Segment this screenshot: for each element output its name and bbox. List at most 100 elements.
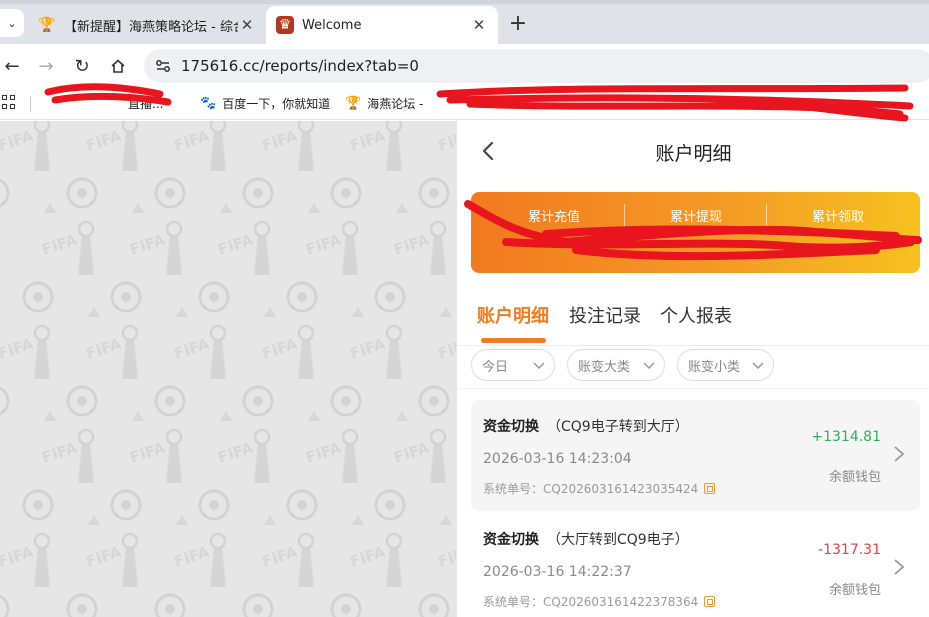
filter-value: 今日 bbox=[482, 359, 509, 375]
window-top-strip bbox=[0, 0, 929, 4]
filter-bar: 今日 账变大类 账变小类 bbox=[457, 346, 929, 388]
svg-text:FIFA: FIFA bbox=[216, 438, 256, 466]
tab-search-dropdown[interactable]: ⌄ bbox=[0, 9, 24, 37]
active-tab-indicator bbox=[481, 338, 546, 343]
bookmark-live[interactable]: 直播... bbox=[128, 95, 163, 112]
svg-text:FIFA: FIFA bbox=[0, 126, 36, 154]
baidu-paw-icon: 🐾 bbox=[200, 96, 217, 111]
tab-title: 【新提醒】海燕策略论坛 - 综合 bbox=[64, 19, 238, 35]
transaction-amount: +1314.81 bbox=[811, 429, 881, 445]
svg-text:FIFA: FIFA bbox=[128, 438, 168, 466]
summary-label: 累计领取 bbox=[811, 210, 864, 225]
svg-text:FIFA: FIFA bbox=[304, 438, 344, 466]
home-icon[interactable] bbox=[106, 54, 130, 78]
chevron-right-icon bbox=[894, 559, 905, 575]
tab-bet-records[interactable]: 投注记录 bbox=[569, 302, 641, 328]
forward-arrow-icon[interactable]: → bbox=[34, 54, 58, 78]
transaction-detail: （大厅转到CQ9电子） bbox=[547, 532, 689, 548]
bookmark-baidu[interactable]: 🐾 百度一下，你就知道 bbox=[200, 95, 330, 112]
browser-tab-welcome[interactable]: ♛ Welcome ✕ bbox=[266, 6, 498, 44]
chevron-down-icon bbox=[752, 362, 764, 370]
reload-icon[interactable]: ↻ bbox=[70, 54, 94, 78]
tab-account-details[interactable]: 账户明细 bbox=[477, 302, 549, 328]
apps-grid-icon[interactable] bbox=[2, 95, 16, 109]
svg-text:FIFA: FIFA bbox=[348, 334, 388, 362]
transaction-detail: （CQ9电子转到大厅） bbox=[547, 419, 689, 435]
svg-text:FIFA: FIFA bbox=[40, 438, 80, 466]
transaction-time: 2026-03-16 14:23:04 bbox=[483, 451, 632, 467]
copy-icon[interactable] bbox=[704, 483, 716, 494]
svg-text:FIFA: FIFA bbox=[392, 438, 432, 466]
bookmark-label: 海燕论坛 - bbox=[367, 97, 424, 111]
bookmark-haiyan[interactable]: 🏆 海燕论坛 - bbox=[345, 95, 423, 112]
order-value: CQ202603161423035424 bbox=[543, 481, 699, 496]
trophy-icon: 🏆 bbox=[38, 17, 56, 33]
app-header: 账户明细 bbox=[457, 121, 929, 181]
svg-text:FIFA: FIFA bbox=[172, 126, 212, 154]
svg-text:FIFA: FIFA bbox=[348, 126, 388, 154]
chevron-down-icon: ⌄ bbox=[7, 16, 17, 30]
site-settings-icon[interactable] bbox=[152, 55, 174, 77]
chevron-down-icon bbox=[643, 362, 655, 370]
background-pattern: FIFA FIFA FIFA FIFA FIFA FIFA FIFA FIFA FIFA FIFA… bbox=[0, 121, 456, 617]
trophy-icon: 🏆 bbox=[345, 96, 362, 111]
filter-value: 账变大类 bbox=[578, 359, 631, 375]
category-filter-select[interactable]: 账变大类 bbox=[567, 349, 665, 381]
transaction-type: 资金切换 bbox=[483, 532, 539, 548]
account-details-panel: 账户明细 累计充值 累计提现 累计领取 账户明细 投注记录 个人报表 今日 账变… bbox=[456, 121, 929, 617]
close-tab-icon[interactable]: ✕ bbox=[238, 16, 256, 34]
tab-title: Welcome bbox=[302, 17, 362, 33]
svg-text:FIFA: FIFA bbox=[260, 334, 300, 362]
transaction-row[interactable]: 资金切换 （大厅转到CQ9电子） 2026-03-16 14:22:37 系统单号… bbox=[471, 513, 920, 617]
summary-label: 累计充值 bbox=[527, 210, 580, 225]
order-label: 系统单号： bbox=[483, 595, 544, 609]
url-text: 175616.cc/reports/index?tab=0 bbox=[181, 57, 419, 75]
transaction-title: 资金切换 （CQ9电子转到大厅） bbox=[483, 416, 689, 436]
summary-card: 累计充值 累计提现 累计领取 bbox=[471, 192, 920, 273]
svg-text:FIFA: FIFA bbox=[436, 334, 456, 362]
back-arrow-icon[interactable]: ← bbox=[0, 54, 24, 78]
svg-text:FIFA: FIFA bbox=[436, 126, 456, 154]
bookmark-separator bbox=[30, 96, 31, 112]
tab-personal-report[interactable]: 个人报表 bbox=[660, 302, 732, 328]
subcategory-filter-select[interactable]: 账变小类 bbox=[677, 349, 774, 381]
address-bar[interactable]: 175616.cc/reports/index?tab=0 bbox=[144, 49, 929, 83]
wallet-name: 余额钱包 bbox=[828, 470, 881, 485]
summary-label: 累计提现 bbox=[669, 210, 722, 225]
report-tabs: 账户明细 投注记录 个人报表 bbox=[457, 286, 929, 346]
browser-toolbar: ← → ↻ 175616.cc/reports/index?tab=0 bbox=[0, 44, 929, 88]
svg-text:FIFA: FIFA bbox=[392, 230, 432, 258]
svg-text:FIFA: FIFA bbox=[436, 542, 456, 570]
filter-value: 账变小类 bbox=[688, 359, 741, 375]
transaction-row[interactable]: 资金切换 （CQ9电子转到大厅） 2026-03-16 14:23:04 系统单号… bbox=[471, 400, 920, 511]
svg-text:FIFA: FIFA bbox=[84, 126, 124, 154]
summary-total-withdrawal: 累计提现 bbox=[625, 192, 767, 273]
browser-tab-forum[interactable]: 🏆 【新提醒】海燕策略论坛 - 综合 ✕ bbox=[28, 6, 266, 44]
svg-text:FIFA: FIFA bbox=[348, 542, 388, 570]
order-value: CQ202603161422378364 bbox=[543, 594, 699, 609]
chevron-down-icon bbox=[533, 362, 545, 370]
order-number: 系统单号： CQ202603161423035424 bbox=[483, 480, 716, 497]
new-tab-button[interactable]: + bbox=[506, 12, 530, 36]
transaction-amount: -1317.31 bbox=[818, 542, 881, 558]
page-title: 账户明细 bbox=[655, 143, 732, 165]
date-filter-select[interactable]: 今日 bbox=[471, 349, 555, 381]
transaction-title: 资金切换 （大厅转到CQ9电子） bbox=[483, 529, 689, 549]
order-number: 系统单号： CQ202603161422378364 bbox=[483, 593, 716, 610]
svg-text:FIFA: FIFA bbox=[0, 334, 36, 362]
bookmark-label: 直播... bbox=[128, 97, 164, 111]
svg-text:FIFA: FIFA bbox=[216, 230, 256, 258]
app-favicon-icon: ♛ bbox=[276, 16, 294, 34]
svg-text:FIFA: FIFA bbox=[172, 334, 212, 362]
close-tab-icon[interactable]: ✕ bbox=[470, 16, 488, 34]
copy-icon[interactable] bbox=[704, 596, 716, 607]
svg-text:FIFA: FIFA bbox=[260, 126, 300, 154]
transaction-time: 2026-03-16 14:22:37 bbox=[483, 564, 632, 580]
transaction-list: 资金切换 （CQ9电子转到大厅） 2026-03-16 14:23:04 系统单号… bbox=[457, 389, 929, 617]
transaction-type: 资金切换 bbox=[483, 419, 539, 435]
summary-total-claimed: 累计领取 bbox=[767, 192, 909, 273]
bookmark-label: 百度一下，你就知道 bbox=[222, 97, 331, 111]
svg-text:FIFA: FIFA bbox=[40, 230, 80, 258]
bookmarks-bar: 直播... 🐾 百度一下，你就知道 🏆 海燕论坛 - bbox=[0, 88, 929, 120]
svg-text:FIFA: FIFA bbox=[128, 230, 168, 258]
